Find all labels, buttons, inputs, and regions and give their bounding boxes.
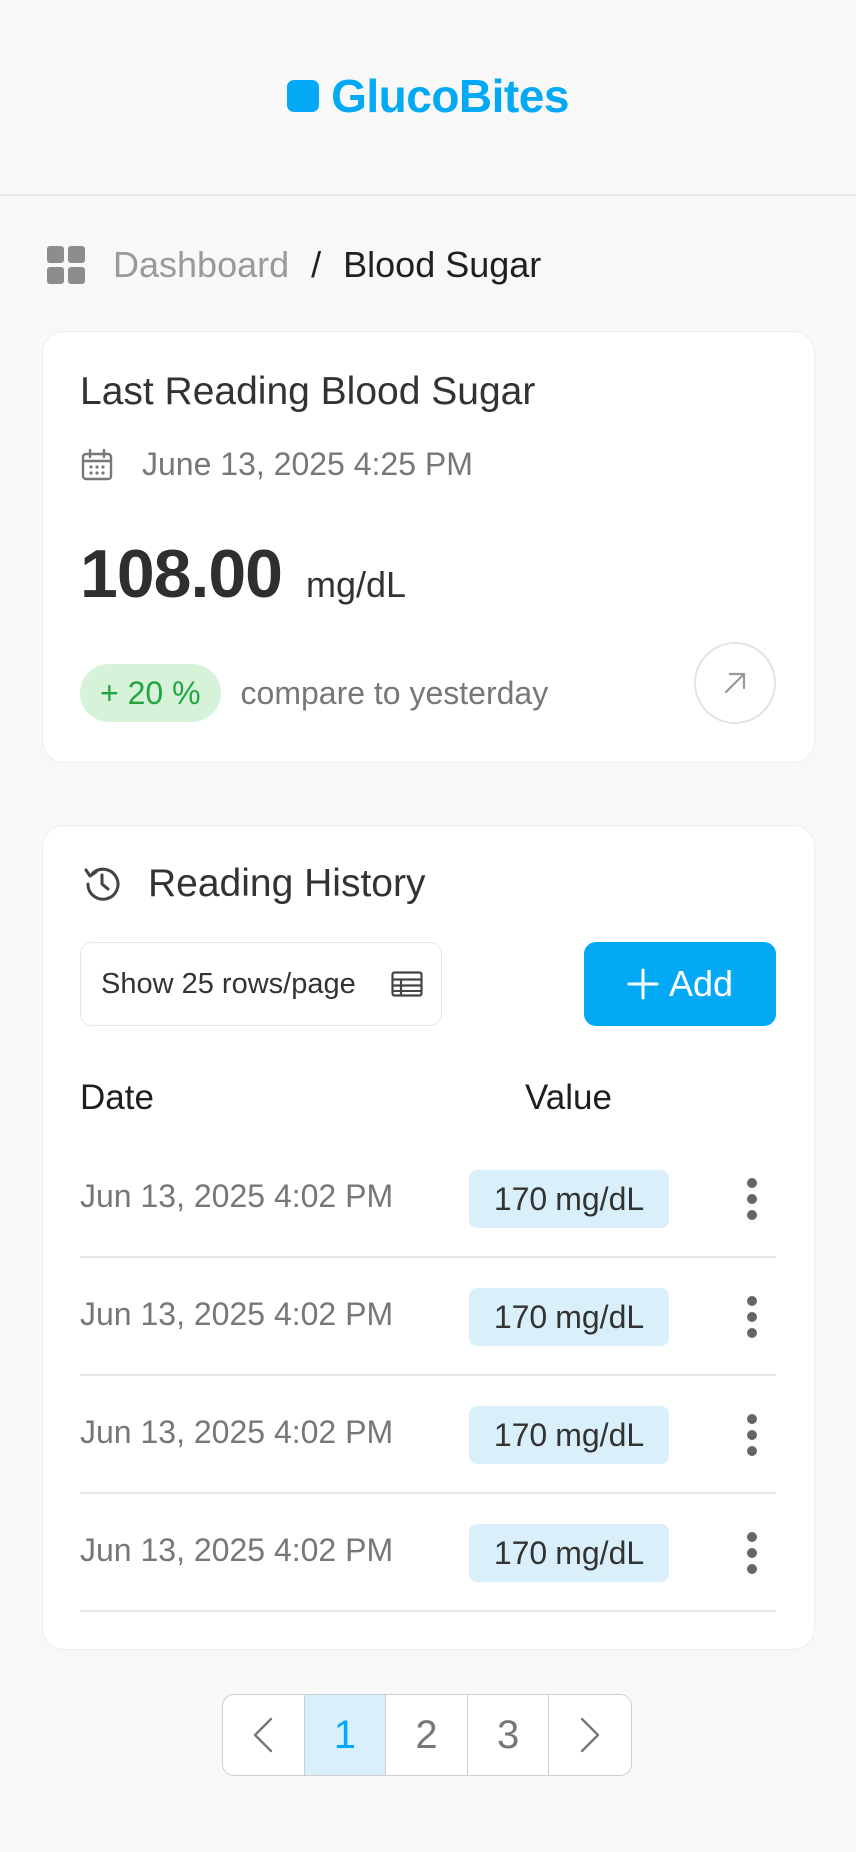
rows-per-page-label: Show 25 rows/page: [101, 967, 356, 1000]
row-date: Jun 13, 2025 4:02 PM: [80, 1532, 394, 1568]
more-options-icon[interactable]: [740, 1414, 764, 1456]
last-reading-date-row: June 13, 2025 4:25 PM: [80, 446, 473, 483]
last-reading-title: Last Reading Blood Sugar: [80, 370, 536, 413]
row-value-badge: 170 mg/dL: [469, 1524, 669, 1582]
row-unit: mg/dL: [555, 1534, 645, 1571]
row-date: Jun 13, 2025 4:02 PM: [80, 1296, 394, 1332]
row-value: 170: [493, 1298, 548, 1335]
more-options-icon[interactable]: [740, 1178, 764, 1220]
chevron-left-icon: [254, 1717, 273, 1753]
last-reading-value: 108.00: [80, 536, 283, 612]
rows-per-page-select[interactable]: Show 25 rows/page: [80, 942, 442, 1026]
add-button-label: Add: [668, 963, 734, 1004]
app-logo[interactable]: GlucoBites: [287, 69, 569, 123]
row-value-badge: 170 mg/dL: [469, 1406, 669, 1464]
logo-mark: [287, 80, 320, 112]
chevron-right-icon: [580, 1717, 600, 1753]
last-reading-value-row: 108.00 mg/dL: [80, 535, 406, 613]
table-row: Jun 13, 2025 4:02 PM 170 mg/dL: [80, 1376, 776, 1494]
arrow-up-right-icon: [724, 672, 746, 694]
app-name: GlucoBites: [331, 70, 569, 122]
table-row: Jun 13, 2025 4:02 PM 170 mg/dL: [80, 1494, 776, 1612]
row-value: 170: [493, 1534, 548, 1571]
history-icon: [84, 867, 120, 901]
add-reading-button[interactable]: Add: [584, 942, 776, 1026]
pagination: 1 2 3: [222, 1694, 632, 1776]
column-header-date: Date: [80, 1078, 154, 1117]
table-icon: [391, 971, 423, 997]
column-header-value: Value: [525, 1078, 612, 1117]
breadcrumb-separator: /: [311, 244, 322, 285]
reading-history-header: Reading History: [80, 862, 425, 906]
last-reading-unit: mg/dL: [305, 564, 407, 605]
reading-history-title: Reading History: [148, 862, 426, 905]
open-details-button[interactable]: [694, 642, 776, 724]
row-value-badge: 170 mg/dL: [469, 1288, 669, 1346]
plus-icon: [627, 968, 659, 1000]
more-options-icon[interactable]: [740, 1532, 764, 1574]
compare-row: + 20 % compare to yesterday: [80, 664, 548, 722]
row-value: 170: [493, 1180, 548, 1217]
breadcrumb: Dashboard / Blood Sugar: [47, 240, 541, 290]
row-date: Jun 13, 2025 4:02 PM: [80, 1178, 394, 1214]
breadcrumb-current: Blood Sugar: [343, 244, 542, 285]
page-button-1[interactable]: 1: [304, 1695, 387, 1775]
calendar-icon: [81, 448, 113, 480]
row-date: Jun 13, 2025 4:02 PM: [80, 1414, 394, 1450]
next-page-button[interactable]: [549, 1695, 631, 1775]
more-options-icon[interactable]: [740, 1296, 764, 1338]
row-unit: mg/dL: [555, 1298, 645, 1335]
page-button-3[interactable]: 3: [468, 1695, 550, 1775]
app-header: GlucoBites: [0, 0, 856, 196]
dashboard-grid-icon: [47, 246, 85, 284]
history-rows: Jun 13, 2025 4:02 PM 170 mg/dL Jun 13, 2…: [80, 1140, 776, 1612]
row-value-badge: 170 mg/dL: [469, 1170, 669, 1228]
change-badge: + 20 %: [80, 664, 221, 722]
last-reading-datetime: June 13, 2025 4:25 PM: [142, 446, 473, 482]
row-value: 170: [493, 1416, 548, 1453]
row-unit: mg/dL: [555, 1180, 645, 1217]
prev-page-button[interactable]: [223, 1695, 305, 1775]
breadcrumb-dashboard-link[interactable]: Dashboard: [113, 244, 289, 286]
table-row: Jun 13, 2025 4:02 PM 170 mg/dL: [80, 1258, 776, 1376]
table-row: Jun 13, 2025 4:02 PM 170 mg/dL: [80, 1140, 776, 1258]
compare-text: compare to yesterday: [240, 674, 549, 711]
row-unit: mg/dL: [555, 1416, 645, 1453]
page-button-2[interactable]: 2: [386, 1695, 468, 1775]
